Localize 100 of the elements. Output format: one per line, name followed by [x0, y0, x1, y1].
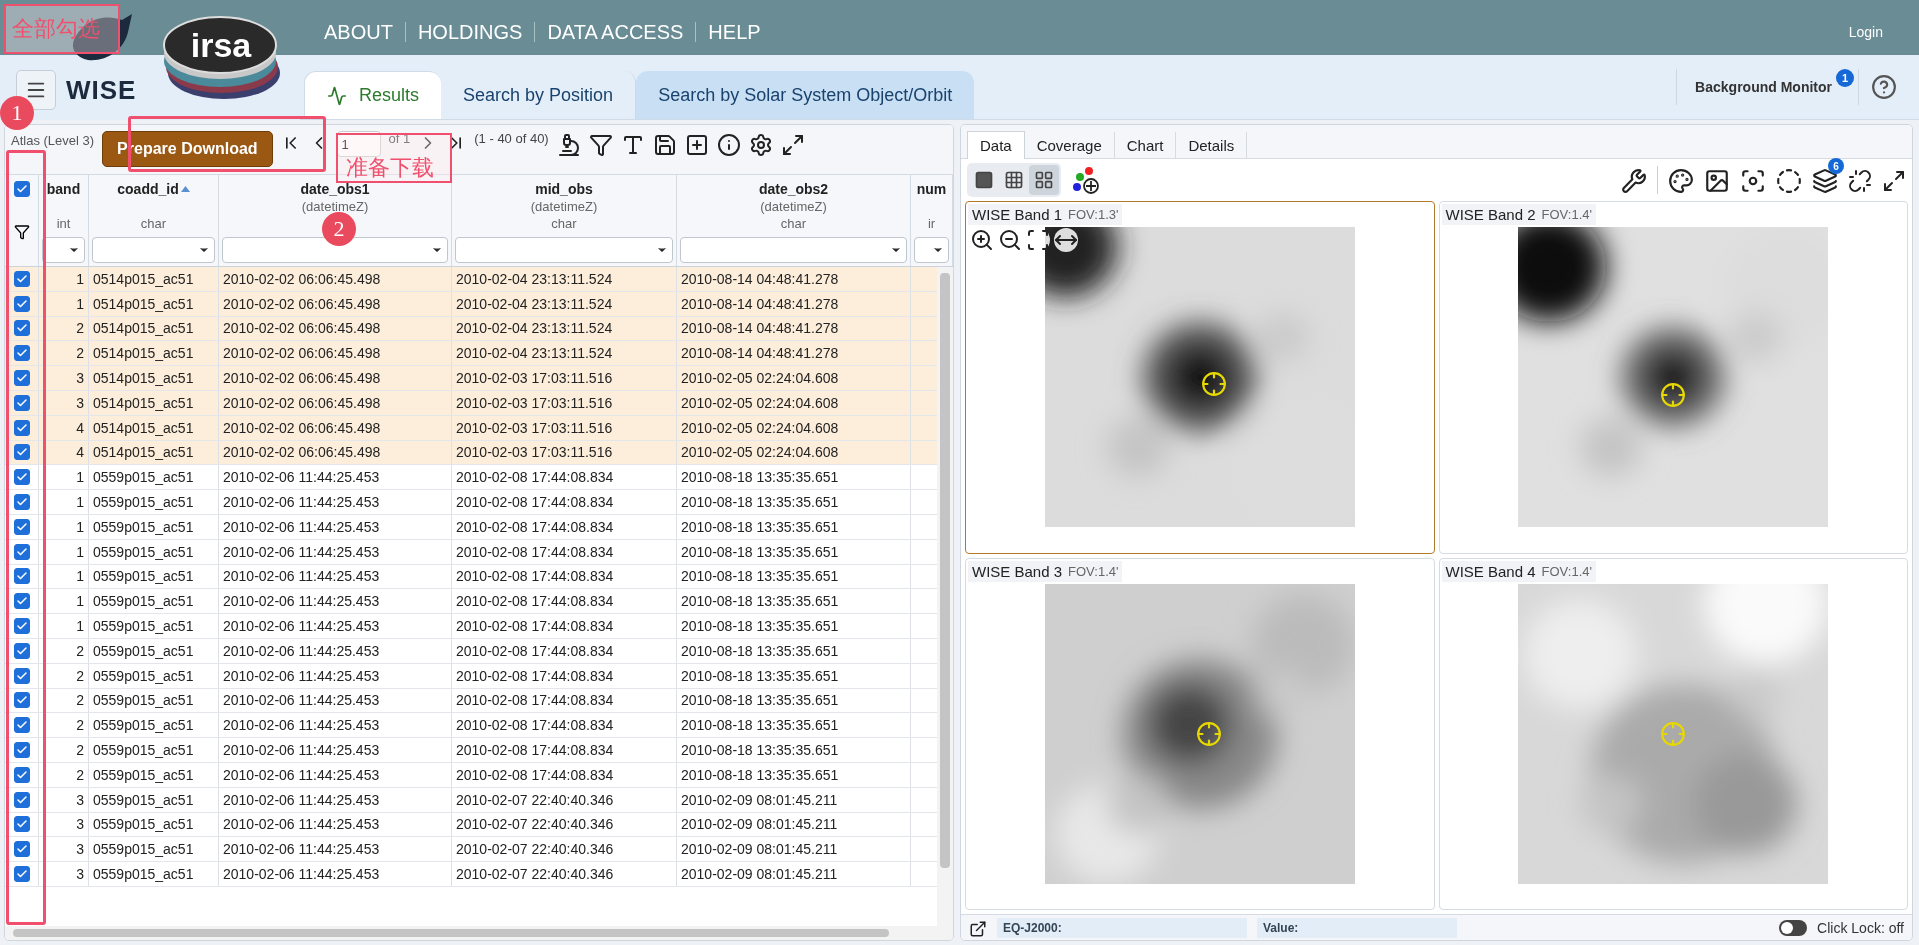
row-checkbox[interactable]	[13, 692, 30, 709]
table-row[interactable]: 3 0559p015_ac51 2010-02-06 11:44:25.453 2010-02-07 22:40:40.346 2010-02-09 08:01:45.211	[5, 812, 937, 838]
filter-field[interactable]	[42, 237, 85, 263]
image-panel[interactable]: WISE Band 1 FOV:1.3'	[965, 201, 1435, 554]
table-row[interactable]: 2 0559p015_ac51 2010-02-06 11:44:25.453 2010-02-08 17:44:08.834 2010-08-18 13:35:35.651	[5, 738, 937, 763]
viewer-tab[interactable]: Coverage	[1024, 132, 1115, 159]
layout-button[interactable]	[1029, 165, 1059, 195]
focus-button[interactable]	[1740, 168, 1766, 194]
row-checkbox[interactable]	[13, 270, 30, 287]
palette-button[interactable]	[1668, 168, 1694, 194]
row-checkbox[interactable]	[13, 667, 30, 684]
filter-field[interactable]	[914, 237, 949, 263]
rgb-add-icon[interactable]	[1071, 165, 1101, 195]
background-monitor-button[interactable]: Background Monitor 1	[1676, 69, 1859, 105]
column-header[interactable]: date_obs2	[758, 181, 829, 197]
image-panel[interactable]: WISE Band 2 FOV:1.4'	[1438, 201, 1908, 554]
expand-button[interactable]	[1882, 169, 1906, 193]
table-row[interactable]: 1 0559p015_ac51 2010-02-06 11:44:25.453 2010-02-08 17:44:08.834 2010-08-18 13:35:35.651	[5, 614, 937, 639]
nav-link[interactable]: ABOUT	[312, 21, 405, 42]
filter-field[interactable]	[222, 237, 448, 263]
table-row[interactable]: 2 0559p015_ac51 2010-02-06 11:44:25.453 2010-02-08 17:44:08.834 2010-08-18 13:35:35.651	[5, 713, 937, 739]
select-all-checkbox[interactable]	[13, 181, 30, 197]
row-checkbox[interactable]	[13, 518, 30, 535]
page-field[interactable]: 1	[336, 131, 381, 157]
row-checkbox[interactable]	[13, 469, 30, 486]
page-tab[interactable]: Results	[304, 71, 442, 119]
table-row[interactable]: 1 0559p015_ac51 2010-02-06 11:44:25.453 2010-02-08 17:44:08.834 2010-08-18 13:35:35.651	[5, 465, 937, 491]
login-link[interactable]: Login	[1848, 23, 1883, 40]
table-row[interactable]: 1 0559p015_ac51 2010-02-06 11:44:25.453 2010-02-08 17:44:08.834 2010-08-18 13:35:35.651	[5, 539, 937, 565]
row-checkbox[interactable]	[13, 444, 30, 461]
microscope-button[interactable]	[556, 133, 581, 157]
table-row[interactable]: 2 0559p015_ac51 2010-02-06 11:44:25.453 2010-02-08 17:44:08.834 2010-08-18 13:35:35.651	[5, 663, 937, 689]
tools-button[interactable]	[1621, 168, 1647, 194]
zoom-fit-button[interactable]	[1026, 228, 1050, 252]
row-checkbox[interactable]	[13, 345, 30, 362]
row-checkbox[interactable]	[13, 841, 30, 858]
unlink-button[interactable]	[1848, 169, 1872, 193]
column-header[interactable]: band	[46, 181, 81, 197]
open-external-button[interactable]	[969, 919, 987, 938]
click-lock-toggle[interactable]	[1779, 919, 1808, 936]
table-row[interactable]: 3 0559p015_ac51 2010-02-06 11:44:25.453 2010-02-07 22:40:40.346 2010-02-09 08:01:45.211	[5, 862, 937, 887]
table-row[interactable]: 3 0559p015_ac51 2010-02-06 11:44:25.453 2010-02-07 22:40:40.346 2010-02-09 08:01:45.211	[5, 837, 937, 863]
table-row[interactable]: 1 0559p015_ac51 2010-02-06 11:44:25.453 2010-02-08 17:44:08.834 2010-08-18 13:35:35.651	[5, 490, 937, 515]
row-checkbox[interactable]	[13, 568, 30, 585]
save-button[interactable]	[652, 133, 677, 157]
page-tab[interactable]: Search by Solar System Object/Orbit	[636, 71, 975, 119]
info-button[interactable]	[716, 133, 741, 157]
scrollbar-thumb[interactable]	[940, 273, 950, 869]
column-header[interactable]: date_obs1	[300, 181, 370, 197]
table-row[interactable]: 1 0559p015_ac51 2010-02-06 11:44:25.453 2010-02-08 17:44:08.834 2010-08-18 13:35:35.651	[5, 514, 937, 540]
viewer-tab[interactable]: Data	[967, 131, 1025, 159]
row-checkbox[interactable]	[13, 419, 30, 436]
column-header[interactable]: mid_obs	[535, 181, 593, 197]
row-checkbox[interactable]	[13, 320, 30, 337]
filter-button[interactable]	[588, 133, 613, 157]
image-panel[interactable]: WISE Band 3 FOV:1.4'	[965, 557, 1435, 910]
row-checkbox[interactable]	[13, 543, 30, 560]
table-row[interactable]: 2 0514p015_ac51 2010-02-02 06:06:45.498 2010-02-04 23:13:11.524 2010-08-14 04:48:41.278	[5, 341, 937, 367]
lasso-button[interactable]	[1776, 168, 1802, 194]
row-checkbox[interactable]	[13, 742, 30, 759]
scrollbar-thumb[interactable]	[13, 929, 890, 937]
table-row[interactable]: 2 0559p015_ac51 2010-02-06 11:44:25.453 2010-02-08 17:44:08.834 2010-08-18 13:35:35.651	[5, 688, 937, 714]
table-row[interactable]: 3 0514p015_ac51 2010-02-02 06:06:45.498 2010-02-03 17:03:11.516 2010-02-05 02:24:04.608	[5, 366, 937, 391]
filter-field[interactable]	[680, 237, 907, 263]
row-checkbox[interactable]	[13, 791, 30, 808]
nav-link[interactable]: HELP	[695, 21, 773, 42]
table-row[interactable]: 2 0514p015_ac51 2010-02-02 06:06:45.498 2010-02-04 23:13:11.524 2010-08-14 04:48:41.278	[5, 316, 937, 342]
row-checkbox[interactable]	[13, 370, 30, 387]
row-checkbox[interactable]	[13, 766, 30, 783]
settings-button[interactable]	[748, 133, 773, 157]
viewer-tab[interactable]: Details	[1176, 132, 1248, 159]
layers-button[interactable]	[1812, 168, 1838, 194]
table-row[interactable]: 2 0559p015_ac51 2010-02-06 11:44:25.453 2010-02-08 17:44:08.834 2010-08-18 13:35:35.651	[5, 638, 937, 664]
table-row[interactable]: 3 0514p015_ac51 2010-02-02 06:06:45.498 2010-02-03 17:03:11.516 2010-02-05 02:24:04.608	[5, 391, 937, 416]
row-checkbox[interactable]	[13, 618, 30, 635]
help-button[interactable]	[1871, 74, 1897, 100]
row-checkbox[interactable]	[13, 816, 30, 833]
table-row[interactable]: 1 0559p015_ac51 2010-02-06 11:44:25.453 2010-02-08 17:44:08.834 2010-08-18 13:35:35.651	[5, 564, 937, 590]
table-row[interactable]: 4 0514p015_ac51 2010-02-02 06:06:45.498 2010-02-03 17:03:11.516 2010-02-05 02:24:04.608	[5, 415, 937, 441]
row-checkbox[interactable]	[13, 295, 30, 312]
table-row[interactable]: 3 0559p015_ac51 2010-02-06 11:44:25.453 2010-02-07 22:40:40.346 2010-02-09 08:01:45.211	[5, 787, 937, 813]
row-checkbox[interactable]	[13, 717, 30, 734]
image-panel[interactable]: WISE Band 4 FOV:1.4'	[1438, 557, 1908, 910]
filter-field[interactable]	[92, 237, 215, 263]
row-checkbox[interactable]	[13, 642, 30, 659]
row-checkbox[interactable]	[13, 394, 30, 411]
table-row[interactable]: 1 0559p015_ac51 2010-02-06 11:44:25.453 2010-02-08 17:44:08.834 2010-08-18 13:35:35.651	[5, 589, 937, 615]
add-column-button[interactable]	[684, 133, 709, 157]
filter-field[interactable]	[455, 237, 673, 263]
table-row[interactable]: 1 0514p015_ac51 2010-02-02 06:06:45.498 2010-02-04 23:13:11.524 2010-08-14 04:48:41.278	[5, 267, 937, 292]
column-header[interactable]: num	[916, 181, 947, 197]
table-row[interactable]: 2 0559p015_ac51 2010-02-06 11:44:25.453 2010-02-08 17:44:08.834 2010-08-18 13:35:35.651	[5, 762, 937, 788]
row-checkbox[interactable]	[13, 593, 30, 610]
table-row[interactable]: 1 0514p015_ac51 2010-02-02 06:06:45.498 2010-02-04 23:13:11.524 2010-08-14 04:48:41.278	[5, 291, 937, 317]
row-checkbox[interactable]	[13, 494, 30, 511]
table-row[interactable]: 4 0514p015_ac51 2010-02-02 06:06:45.498 2010-02-03 17:03:11.516 2010-02-05 02:24:04.608	[5, 440, 937, 466]
column-header[interactable]: coadd_id	[117, 181, 190, 197]
viewer-tab[interactable]: Chart	[1114, 132, 1177, 159]
nav-link[interactable]: HOLDINGS	[404, 21, 535, 42]
row-checkbox[interactable]	[13, 866, 30, 882]
